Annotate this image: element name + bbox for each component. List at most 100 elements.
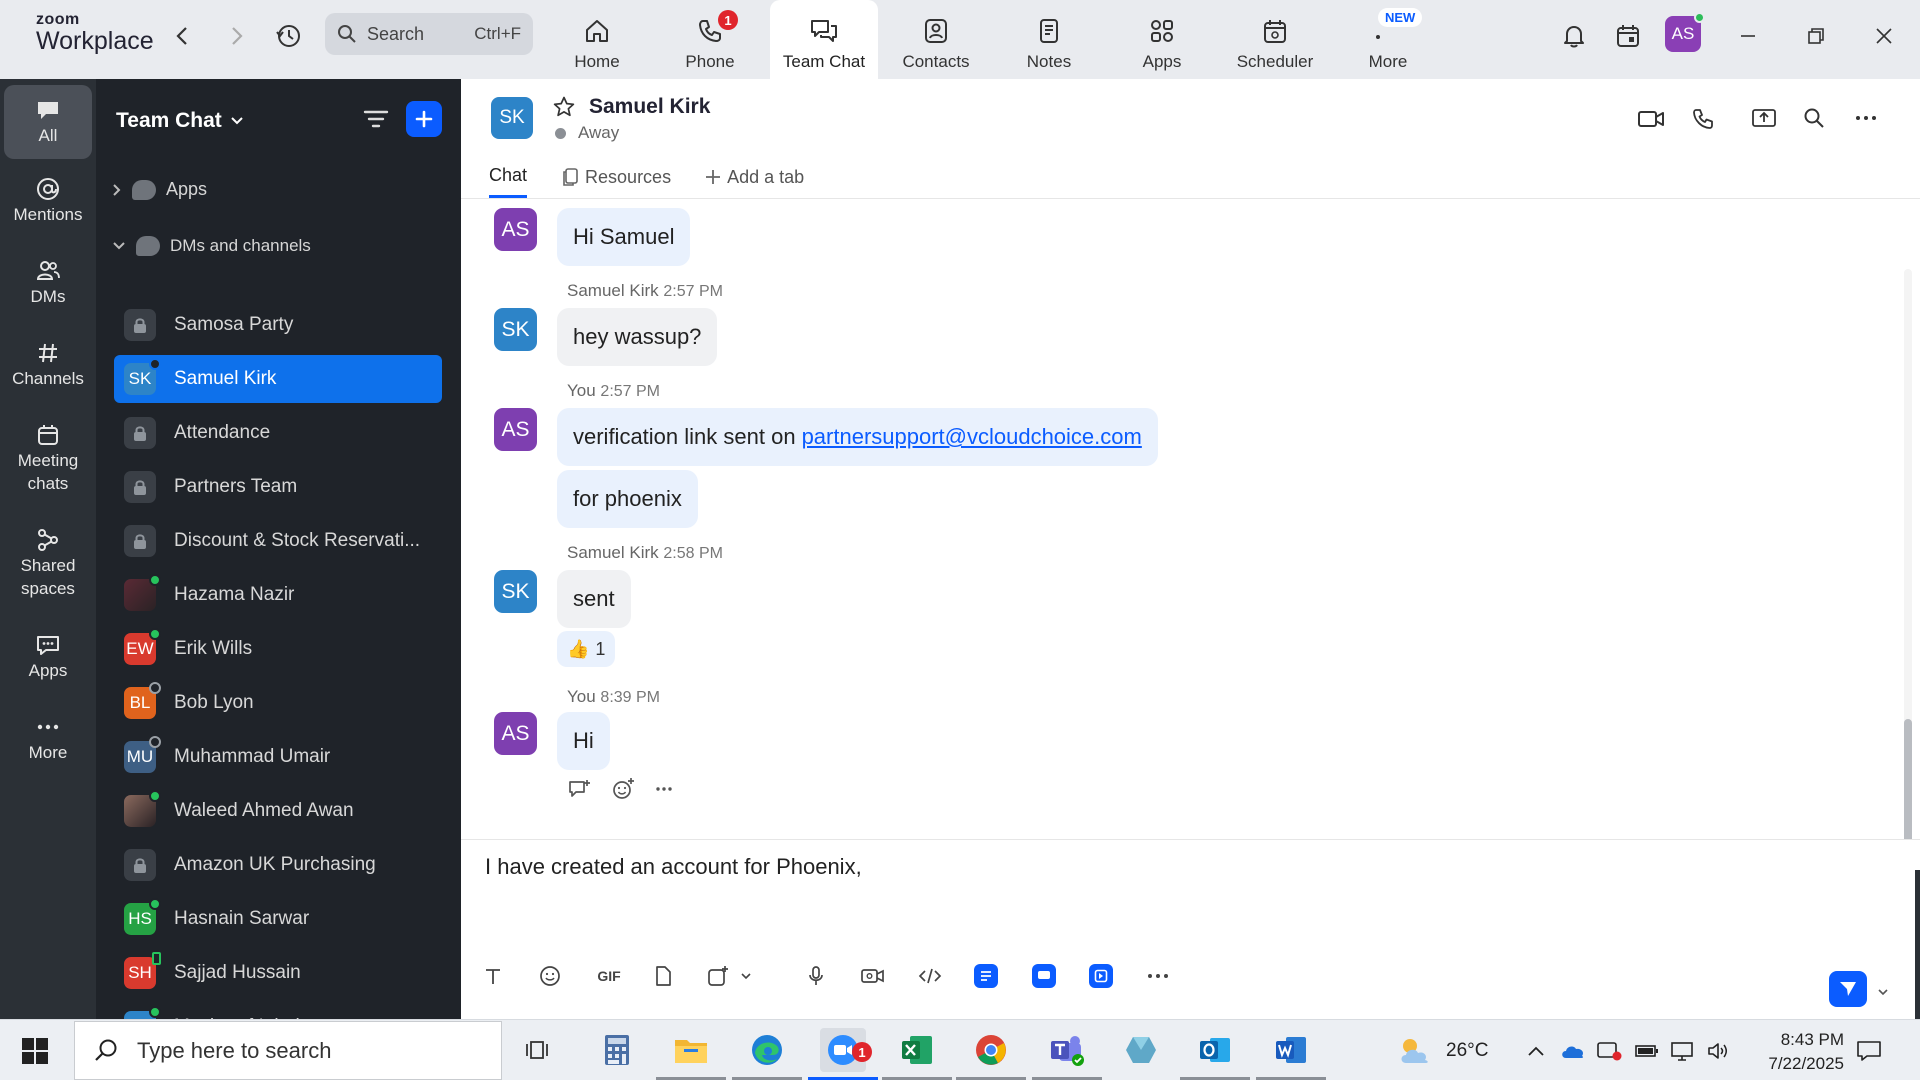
reply-thread-icon[interactable] <box>567 778 591 800</box>
edge-browser-app-icon[interactable] <box>732 1028 802 1080</box>
show-hidden-icons-chevron-icon[interactable] <box>1526 1020 1546 1080</box>
more-tools-icon[interactable] <box>1141 959 1175 993</box>
teams-app-icon[interactable] <box>1032 1028 1102 1080</box>
reaction-chip[interactable]: 👍 1 <box>557 631 616 667</box>
screenshot-icon[interactable] <box>701 959 735 993</box>
message-bubble[interactable]: Hi Samuel <box>557 208 691 266</box>
chrome-app-icon[interactable] <box>956 1028 1026 1080</box>
docs-app-icon[interactable] <box>969 959 1003 993</box>
add-reaction-icon[interactable] <box>611 777 635 801</box>
email-link[interactable]: partnersupport@vcloudchoice.com <box>802 424 1142 450</box>
send-button[interactable] <box>1829 971 1867 1007</box>
volume-icon[interactable] <box>1706 1020 1730 1080</box>
rail-item-dms[interactable]: DMs <box>4 256 92 309</box>
rail-item-mentions[interactable]: Mentions <box>4 174 92 227</box>
rail-item-more[interactable]: More <box>4 712 92 765</box>
calendar-icon[interactable] <box>1610 18 1646 54</box>
history-icon[interactable] <box>273 20 305 52</box>
restore-button[interactable] <box>1798 18 1834 54</box>
channel-item[interactable]: SK Samuel Kirk <box>114 355 442 403</box>
tab-chat[interactable]: Chat <box>489 165 528 198</box>
search-input[interactable]: Search Ctrl+F <box>325 13 533 55</box>
onedrive-icon[interactable] <box>1560 1020 1586 1080</box>
tab-scheduler[interactable]: Scheduler <box>1221 0 1329 79</box>
message-scrollbar[interactable] <box>1904 269 1912 839</box>
channel-item[interactable]: Partners Team <box>114 463 442 511</box>
add-tab-button[interactable]: Add a tab <box>705 167 804 197</box>
security-status-icon[interactable] <box>1596 1020 1622 1080</box>
audio-call-icon[interactable] <box>1691 107 1715 131</box>
tab-notes[interactable]: Notes <box>995 0 1103 79</box>
zoom-app-icon[interactable]: 1 <box>808 1028 878 1080</box>
message-bubble[interactable]: Hi <box>557 712 610 770</box>
excel-app-icon[interactable] <box>882 1028 952 1080</box>
sender-avatar[interactable]: SK <box>494 308 537 351</box>
tab-team-chat[interactable]: Team Chat <box>770 0 878 79</box>
sender-avatar[interactable]: SK <box>494 570 537 613</box>
filter-icon[interactable] <box>362 107 390 131</box>
emoji-icon[interactable] <box>533 959 567 993</box>
taskbar-search-input[interactable]: Type here to search <box>74 1021 502 1080</box>
share-screen-icon[interactable] <box>1751 107 1777 129</box>
section-dms-and-channels[interactable]: DMs and channels <box>112 236 311 256</box>
whiteboard-app-icon[interactable] <box>1027 959 1061 993</box>
message-input[interactable]: I have created an account for Phoenix, <box>485 854 862 880</box>
message-bubble[interactable]: verification link sent on partnersupport@… <box>557 408 1158 466</box>
channel-item[interactable]: HS Hasnain Sarwar <box>114 895 442 943</box>
channel-item[interactable]: Attendance <box>114 409 442 457</box>
microphone-icon[interactable] <box>799 959 833 993</box>
channel-item[interactable]: Amazon UK Purchasing <box>114 841 442 889</box>
tab-more[interactable]: NEW More <box>1334 0 1442 79</box>
tab-home[interactable]: Home <box>543 0 651 79</box>
code-snippet-icon[interactable] <box>913 959 947 993</box>
calculator-app-icon[interactable] <box>594 1028 640 1072</box>
sender-avatar[interactable]: AS <box>494 408 537 451</box>
message-bubble[interactable]: sent <box>557 570 631 628</box>
send-options-chevron-icon[interactable] <box>1871 975 1895 1009</box>
battery-icon[interactable] <box>1634 1020 1660 1080</box>
tab-contacts[interactable]: Contacts <box>882 0 990 79</box>
contact-avatar[interactable]: SK <box>491 97 533 139</box>
weather-widget[interactable]: 26°C <box>1396 1020 1488 1080</box>
forward-button[interactable] <box>221 20 253 52</box>
channel-item[interactable]: Samosa Party <box>114 301 442 349</box>
new-chat-button[interactable] <box>406 101 442 137</box>
channel-item[interactable]: Hazama Nazir <box>114 571 442 619</box>
tab-resources[interactable]: Resources <box>561 167 671 197</box>
close-button[interactable] <box>1866 18 1902 54</box>
tab-apps[interactable]: Apps <box>1108 0 1216 79</box>
tab-phone[interactable]: 1 Phone <box>656 0 764 79</box>
gif-icon[interactable]: GIF <box>589 959 629 993</box>
team-chat-menu[interactable]: Team Chat <box>116 109 244 133</box>
rail-item-apps[interactable]: Apps <box>4 630 92 683</box>
search-icon[interactable] <box>1803 107 1825 129</box>
sender-avatar[interactable]: AS <box>494 712 537 755</box>
rail-item-all[interactable]: All <box>4 85 92 159</box>
diamond-app-icon[interactable] <box>1118 1028 1164 1072</box>
more-options-icon[interactable] <box>1855 115 1877 121</box>
rail-item-shared-spaces[interactable]: Shared spaces <box>4 525 92 601</box>
message-bubble[interactable]: for phoenix <box>557 470 698 528</box>
task-view-icon[interactable] <box>516 1028 562 1072</box>
notifications-bell-icon[interactable] <box>1556 18 1592 54</box>
minimize-button[interactable] <box>1730 18 1766 54</box>
action-center-icon[interactable] <box>1856 1020 1882 1080</box>
channel-item[interactable]: SH Sajjad Hussain <box>114 949 442 997</box>
windows-start-button[interactable] <box>22 1038 48 1064</box>
video-message-icon[interactable] <box>856 959 890 993</box>
rail-item-channels[interactable]: Channels <box>4 338 92 391</box>
clips-app-icon[interactable] <box>1084 959 1118 993</box>
user-avatar[interactable]: AS <box>1665 12 1705 52</box>
file-explorer-app-icon[interactable] <box>656 1028 726 1080</box>
channel-item[interactable]: EW Erik Wills <box>114 625 442 673</box>
channel-item[interactable]: BL Bob Lyon <box>114 679 442 727</box>
scrollbar-thumb[interactable] <box>1904 719 1912 839</box>
section-apps[interactable]: Apps <box>112 179 207 200</box>
rail-item-meeting-chats[interactable]: Meeting chats <box>4 420 92 496</box>
sender-avatar[interactable]: AS <box>494 208 537 251</box>
back-button[interactable] <box>166 20 198 52</box>
contact-name[interactable]: Samuel Kirk <box>589 95 710 119</box>
network-icon[interactable] <box>1670 1020 1696 1080</box>
taskbar-clock[interactable]: 8:43 PM 7/22/2025 <box>1740 1028 1844 1076</box>
word-app-icon[interactable] <box>1256 1028 1326 1080</box>
